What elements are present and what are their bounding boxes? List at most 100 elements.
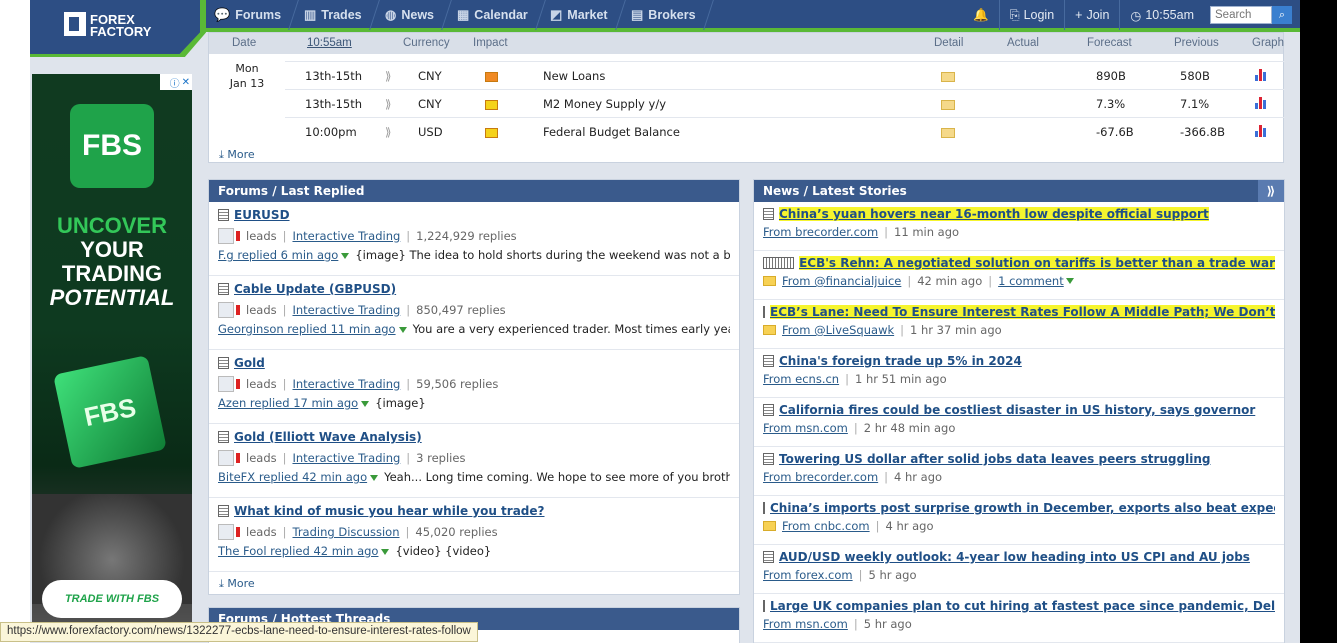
- story-source-link[interactable]: From forex.com: [763, 568, 853, 582]
- event-title[interactable]: New Loans: [543, 69, 605, 83]
- notifications-button[interactable]: 🔔: [963, 0, 999, 30]
- story-title-link[interactable]: China’s imports post surprise growth in …: [770, 501, 1275, 515]
- nav-trades[interactable]: ▥ Trades: [289, 0, 380, 30]
- story-source-link[interactable]: From @financialjuice: [782, 274, 901, 288]
- story-source-link[interactable]: From cnbc.com: [782, 519, 870, 533]
- avatar[interactable]: [218, 376, 234, 392]
- last-reply-link[interactable]: Georginson replied 11 min ago: [218, 322, 396, 336]
- login-button[interactable]: ⎘ Login: [998, 0, 1065, 30]
- forums-more-label: More: [227, 577, 255, 590]
- calendar-row[interactable]: 13th-15th ⟫ CNY New Loans 890B 580B: [285, 61, 1285, 89]
- forum-category-link[interactable]: Interactive Trading: [292, 229, 400, 243]
- calendar-more-link[interactable]: ⤓ More: [219, 148, 255, 162]
- thread-title-link[interactable]: EURUSD: [234, 208, 290, 222]
- event-forecast: -67.6B: [1096, 125, 1134, 139]
- graph-icon[interactable]: [1255, 97, 1269, 112]
- thread-icon: [218, 505, 229, 517]
- search-button[interactable]: ⌕: [1272, 6, 1292, 24]
- avatar[interactable]: [218, 302, 234, 318]
- news-title-label[interactable]: News / Latest Stories: [763, 184, 907, 198]
- story-title-link[interactable]: ECB's Rehn: A negotiated solution on tar…: [799, 256, 1275, 270]
- logo-text: FOREX FACTORY: [90, 13, 152, 39]
- clock[interactable]: ◷ 10:55am: [1119, 0, 1204, 30]
- avatar[interactable]: [218, 228, 234, 244]
- story-title-link[interactable]: AUD/USD weekly outlook: 4-year low headi…: [779, 550, 1250, 564]
- expand-triangle-icon[interactable]: [361, 401, 370, 407]
- flag-icon: [236, 231, 240, 241]
- story-title-link[interactable]: California fires could be costliest disa…: [779, 403, 1255, 417]
- story-icon: [763, 502, 765, 514]
- expand-triangle-icon[interactable]: [398, 327, 407, 333]
- thread-icon: [218, 209, 229, 221]
- event-currency: CNY: [418, 97, 442, 111]
- detail-folder-icon[interactable]: [941, 71, 955, 85]
- event-title[interactable]: Federal Budget Balance: [543, 125, 680, 139]
- story-icon: [763, 306, 765, 318]
- story-title-link[interactable]: Large UK companies plan to cut hiring at…: [770, 599, 1275, 613]
- last-reply-link[interactable]: Azen replied 17 min ago: [218, 396, 358, 410]
- search-input[interactable]: [1210, 6, 1272, 24]
- close-icon[interactable]: ✕: [182, 77, 190, 88]
- calendar-row[interactable]: 13th-15th ⟫ CNY M2 Money Supply y/y 7.3%…: [285, 89, 1285, 117]
- story-source-link[interactable]: From brecorder.com: [763, 225, 878, 239]
- impact-icon: [485, 71, 498, 85]
- expand-triangle-icon[interactable]: [370, 475, 379, 481]
- main-nav: 💬 Forums ▥ Trades ◍ News ▦ Calendar ◩ Market ▤ Brok…: [199, 0, 714, 30]
- logo-mark-icon: [64, 12, 86, 36]
- forum-category-link[interactable]: Trading Discussion: [292, 525, 399, 539]
- fbs-advertisement[interactable]: ⓘ ✕ FBS UNCOVER YOUR TRADING POTENTIAL FB…: [32, 74, 192, 634]
- comment-link[interactable]: 1 comment: [998, 274, 1064, 288]
- nav-brokers[interactable]: ▤ Brokers: [616, 0, 714, 30]
- calendar-row[interactable]: 10:00pm ⟫ USD Federal Budget Balance -67…: [285, 117, 1285, 145]
- thread-title-link[interactable]: Gold (Elliott Wave Analysis): [234, 430, 422, 444]
- ad-info-icon[interactable]: ⓘ: [170, 75, 180, 90]
- graph-icon[interactable]: [1255, 125, 1269, 140]
- last-reply-link[interactable]: BiteFX replied 42 min ago: [218, 470, 367, 484]
- event-forecast: 890B: [1096, 69, 1126, 83]
- calendar-date: Jan 13: [229, 77, 265, 90]
- join-label: Join: [1086, 8, 1110, 22]
- detail-folder-icon[interactable]: [941, 99, 955, 113]
- nav-forums[interactable]: 💬 Forums: [199, 0, 299, 30]
- expand-triangle-icon[interactable]: [1065, 278, 1074, 284]
- ad-cube-image: FBS: [53, 355, 167, 469]
- forum-category-link[interactable]: Interactive Trading: [292, 303, 400, 317]
- clock-time: 10:55am: [1145, 8, 1194, 22]
- news-feed-icon[interactable]: ⟫: [1258, 180, 1284, 202]
- thread-title-link[interactable]: Gold: [234, 356, 265, 370]
- thread-title-link[interactable]: Cable Update (GBPUSD): [234, 282, 396, 296]
- story-source-link[interactable]: From brecorder.com: [763, 470, 878, 484]
- forum-category-link[interactable]: Interactive Trading: [292, 377, 400, 391]
- col-time[interactable]: 10:55am: [307, 37, 352, 49]
- story-source-link[interactable]: From @LiveSquawk: [782, 323, 894, 337]
- story-source-link[interactable]: From msn.com: [763, 421, 848, 435]
- nav-calendar[interactable]: ▦ Calendar: [441, 0, 546, 30]
- news-story-item: AUD/USD weekly outlook: 4-year low headi…: [754, 545, 1284, 594]
- story-source-link[interactable]: From msn.com: [763, 617, 848, 631]
- detail-folder-icon[interactable]: [941, 127, 955, 141]
- logo-line2: FACTORY: [90, 24, 152, 39]
- forums-panel-title[interactable]: Forums / Last Replied: [209, 180, 739, 202]
- story-title-link[interactable]: China's foreign trade up 5% in 2024: [779, 354, 1022, 368]
- nav-news[interactable]: ◍ News: [369, 0, 452, 30]
- nav-market[interactable]: ◩ Market: [535, 0, 626, 30]
- avatar[interactable]: [218, 524, 234, 540]
- forums-more-link[interactable]: ⤓ More: [219, 577, 255, 591]
- expand-triangle-icon[interactable]: [381, 549, 390, 555]
- story-title-link[interactable]: China’s yuan hovers near 16-month low de…: [779, 207, 1209, 221]
- forum-category-link[interactable]: Interactive Trading: [292, 451, 400, 465]
- thread-title-link[interactable]: What kind of music you hear while you tr…: [234, 504, 545, 518]
- graph-icon[interactable]: [1255, 69, 1269, 84]
- login-label: Login: [1023, 8, 1055, 22]
- join-button[interactable]: + Join: [1064, 0, 1119, 30]
- story-title-link[interactable]: ECB’s Lane: Need To Ensure Interest Rate…: [770, 305, 1275, 319]
- last-reply-link[interactable]: The Fool replied 42 min ago: [218, 544, 378, 558]
- last-reply-link[interactable]: F.g replied 6 min ago: [218, 248, 338, 262]
- event-title[interactable]: M2 Money Supply y/y: [543, 97, 666, 111]
- nav-label: Calendar: [473, 8, 528, 22]
- ad-cta-button[interactable]: TRADE WITH FBS: [42, 580, 182, 618]
- story-source-link[interactable]: From ecns.cn: [763, 372, 839, 386]
- expand-triangle-icon[interactable]: [341, 253, 350, 259]
- avatar[interactable]: [218, 450, 234, 466]
- story-title-link[interactable]: Towering US dollar after solid jobs data…: [779, 452, 1210, 466]
